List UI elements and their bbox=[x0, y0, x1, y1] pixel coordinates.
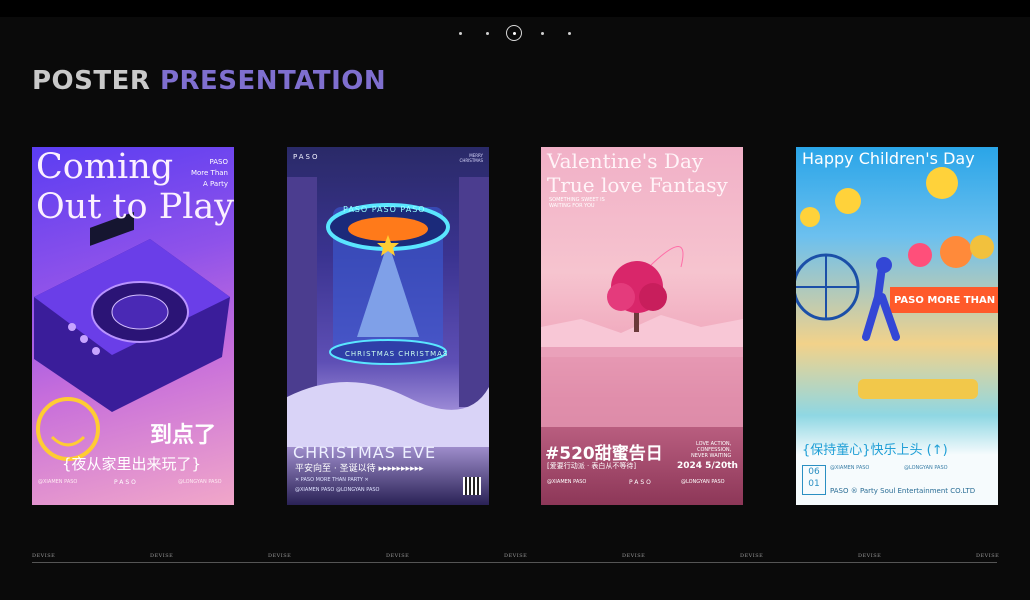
footer-label: DEVISE bbox=[150, 553, 174, 559]
carousel-pager[interactable] bbox=[0, 24, 1030, 44]
footer-label: DEVISE bbox=[268, 553, 292, 559]
poster-side-text: MERRY CHRISTMAS bbox=[459, 153, 483, 163]
page-title: POSTER PRESENTATION bbox=[32, 66, 386, 96]
poster-company: PASO ® Party Soul Entertainment CO.LTD bbox=[830, 487, 976, 495]
top-bar bbox=[0, 0, 1030, 17]
poster-sub-line: ✕ PASO MORE THAN PARTY ✕ bbox=[295, 477, 369, 483]
title-word-1: POSTER bbox=[32, 66, 151, 96]
pager-dot[interactable] bbox=[486, 32, 489, 35]
poster-banner: PASO MORE THAN bbox=[894, 295, 996, 306]
poster-footer-right: @LONGYAN PASO bbox=[178, 479, 222, 485]
title-word-2: PRESENTATION bbox=[159, 66, 387, 96]
poster-footer-left: @XIAMEN PASO bbox=[830, 465, 870, 471]
poster-coming-out-to-play[interactable]: Coming Out to Play PASO More Than A Part… bbox=[32, 147, 234, 505]
poster-footer-left: @XIAMEN PASO bbox=[547, 479, 587, 485]
footer-label: DEVISE bbox=[386, 553, 410, 559]
poster-footer-left: @XIAMEN PASO bbox=[38, 479, 78, 485]
poster-date: 2024 5/20th bbox=[677, 461, 738, 471]
footer-label: DEVISE bbox=[32, 553, 56, 559]
poster-logo: PASO bbox=[293, 153, 320, 161]
pager-dot-active[interactable] bbox=[506, 25, 522, 41]
pager-dot[interactable] bbox=[541, 32, 544, 35]
poster-valentines-day[interactable]: Valentine's Day True love Fantasy SOMETH… bbox=[541, 147, 743, 505]
poster-headline: Valentine's Day True love Fantasy bbox=[547, 149, 728, 197]
poster-date-box: 06 01 bbox=[802, 465, 826, 495]
poster-cn-line-2: {夜从家里出来玩了} bbox=[62, 455, 202, 473]
poster-childrens-day[interactable]: Happy Children's Day PASO MORE THAN {保持童… bbox=[796, 147, 998, 505]
footer-label: DEVISE bbox=[504, 553, 528, 559]
poster-cn-line-1: 到点了 bbox=[150, 423, 217, 448]
footer-label: DEVISE bbox=[858, 553, 882, 559]
poster-ring-label: PASO PASO PASO bbox=[343, 205, 426, 214]
footer-divider bbox=[32, 562, 997, 563]
footer-label: DEVISE bbox=[622, 553, 646, 559]
poster-side-text: LOVE ACTION, CONFESSION, NEVER WAITING bbox=[691, 441, 732, 459]
poster-cn-sub: [爱要行动派 · 表白从不等待] bbox=[547, 462, 637, 470]
poster-footer-right: @LONGYAN PASO bbox=[681, 479, 725, 485]
poster-logo: PASO bbox=[629, 479, 653, 486]
poster-sub-text: SOMETHING SWEET IS WAITING FOR YOU bbox=[549, 197, 605, 209]
qr-code-icon bbox=[463, 477, 481, 495]
poster-ring-label-bottom: CHRISTMAS CHRISTMAS bbox=[345, 350, 449, 358]
poster-christmas-eve[interactable]: PASO MERRY CHRISTMAS PASO PASO PASO CHRI… bbox=[287, 147, 489, 505]
footer-label: DEVISE bbox=[976, 553, 1000, 559]
poster-headline: Happy Children's Day bbox=[802, 149, 975, 168]
pager-dot[interactable] bbox=[459, 32, 462, 35]
pager-dot[interactable] bbox=[568, 32, 571, 35]
poster-footer-left: @XIAMEN PASO @LONGYAN PASO bbox=[295, 487, 380, 493]
poster-cn-line: 平安向至 · 圣诞以待 ▸▸▸▸▸▸▸▸▸▸ bbox=[295, 464, 424, 474]
poster-cn-line: {保持童心}快乐上头 (↑) bbox=[802, 443, 948, 458]
poster-brand-side: PASO More Than A Party bbox=[190, 158, 228, 188]
poster-logo: PASO bbox=[114, 479, 138, 486]
footer-label: DEVISE bbox=[740, 553, 764, 559]
poster-headline: CHRISTMAS EVE bbox=[293, 443, 437, 462]
poster-footer-right: @LONGYAN PASO bbox=[904, 465, 948, 471]
